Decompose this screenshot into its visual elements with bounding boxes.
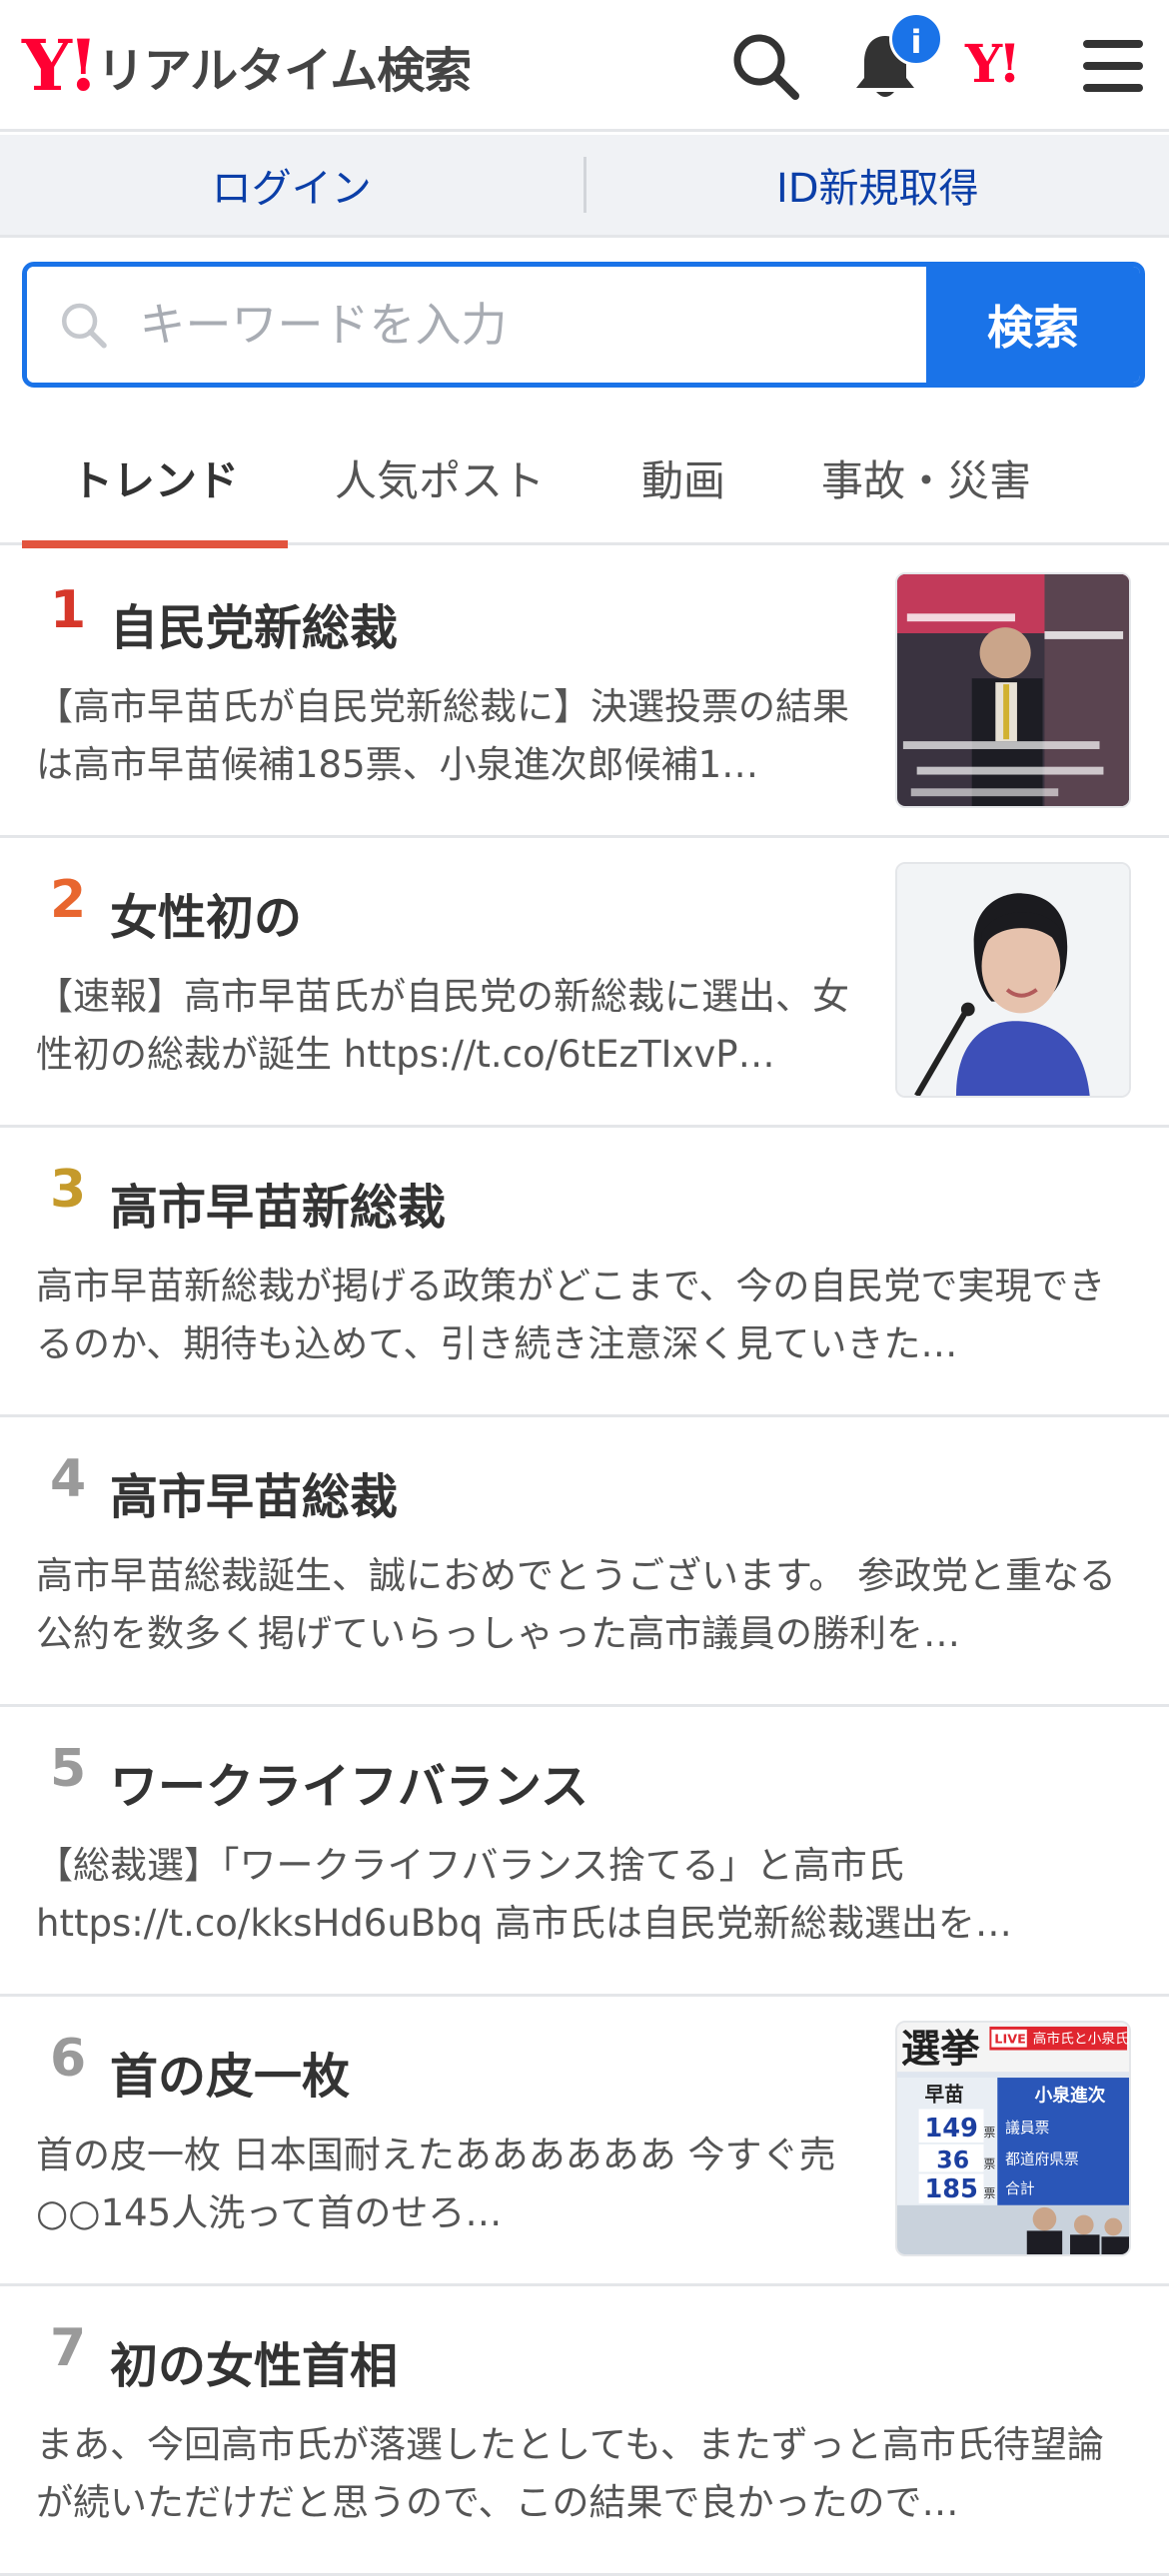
login-bar: ログイン ID新規取得 — [0, 135, 1169, 238]
trend-title[interactable]: 高市早苗総裁 — [110, 1457, 398, 1527]
rank-number: 6 — [50, 2029, 86, 2089]
tab-videos[interactable]: 動画 — [599, 410, 767, 545]
trend-description: 高市早苗新総裁が掲げる政策がどこまで、今の自民党で実現できるのか、期待も込めて、… — [36, 1258, 1135, 1373]
trend-list: 1 自民党新総裁 【高市早苗氏が自民党新総裁に】決選投票の結果は高市早苗候補18… — [0, 548, 1169, 2576]
trend-description: 首の皮一枚 日本国耐えたああああああ 今すぐ売○○145人洗って首のせろ… — [36, 2127, 865, 2242]
trend-description: 【高市早苗氏が自民党新総裁に】決選投票の結果は高市早苗候補185票、小泉進次郎候… — [36, 678, 865, 794]
trend-description: 【速報】高市早苗氏が自民党の新総裁に選出、女性初の総裁が誕生 https://t… — [36, 968, 865, 1084]
thumb-right-candidate: 小泉進次 — [1035, 2085, 1106, 2107]
thumb-banner: 選挙 — [901, 2027, 980, 2072]
notification-badge[interactable]: i — [889, 12, 943, 66]
trend-description: 高市早苗総裁誕生、誠におめでとうございます。 参政党と重なる公約を数多く掲げてい… — [36, 1547, 1135, 1663]
thumb-vote-unit-1: 票 — [984, 2126, 996, 2140]
logo-text: リアルタイム検索 — [97, 31, 472, 101]
thumb-vote-3: 185 — [925, 2174, 978, 2204]
trend-title[interactable]: 首の皮一枚 — [110, 2037, 350, 2107]
search-field-icon — [57, 296, 110, 354]
thumb-row-label-3: 合計 — [1005, 2180, 1035, 2197]
thumb-live-caption: 高市氏と小泉氏 — [1033, 2031, 1129, 2048]
thumb-vote-unit-2: 票 — [984, 2156, 996, 2170]
election-result-image: 選挙 LIVE 高市氏と小泉氏 早苗 149 36 185 票 票 票 小泉進次… — [897, 2023, 1129, 2254]
trend-description: まあ、今回高市氏が落選したとしても、またずっと高市氏待望論が続いただけだと思うの… — [36, 2416, 1135, 2532]
trend-item-1[interactable]: 1 自民党新総裁 【高市早苗氏が自民党新総裁に】決選投票の結果は高市早苗候補18… — [0, 548, 1169, 838]
trend-title[interactable]: 女性初の — [110, 878, 302, 948]
trend-thumbnail[interactable]: 選挙 LIVE 高市氏と小泉氏 早苗 149 36 185 票 票 票 小泉進次… — [895, 2021, 1131, 2256]
thumb-vote-1: 149 — [925, 2114, 978, 2144]
logo-mark: Y! — [22, 31, 95, 101]
app-header: Y! リアルタイム検索 i Y! — [0, 0, 1169, 132]
yahoo-japan-icon[interactable]: Y! — [965, 34, 1017, 95]
rank-number: 5 — [50, 1739, 86, 1799]
rank-number: 3 — [50, 1160, 86, 1220]
tab-trend[interactable]: トレンド — [22, 410, 288, 545]
trend-title[interactable]: 高市早苗新総裁 — [110, 1168, 446, 1238]
thumb-vote-unit-3: 票 — [984, 2186, 996, 2200]
rank-number: 1 — [50, 580, 86, 640]
hamburger-menu-icon[interactable] — [1077, 30, 1149, 102]
search-field[interactable] — [27, 267, 926, 383]
trend-thumbnail[interactable] — [895, 572, 1131, 808]
signup-link[interactable]: ID新規取得 — [586, 156, 1169, 214]
thumb-live-label: LIVE — [994, 2033, 1025, 2048]
category-tabs: トレンド 人気ポスト 動画 事故・災害 — [0, 410, 1169, 545]
tab-accidents-disasters[interactable]: 事故・災害 — [789, 410, 1063, 545]
trend-item-4[interactable]: 4 高市早苗総裁 高市早苗総裁誕生、誠におめでとうございます。 参政党と重なる公… — [0, 1417, 1169, 1707]
thumb-row-label-2: 都道府県票 — [1005, 2151, 1079, 2168]
trend-item-5[interactable]: 5 ワークライフバランス 【総裁選】「ワークライフバランス捨てる」と高市氏 ht… — [0, 1707, 1169, 1997]
tab-popular-posts[interactable]: 人気ポスト — [308, 410, 572, 545]
search-box: 検索 — [22, 262, 1145, 388]
thumb-vote-2: 36 — [936, 2146, 969, 2173]
portrait-photo — [897, 864, 1129, 1096]
search-button[interactable]: 検索 — [926, 267, 1140, 383]
search-icon[interactable] — [727, 28, 803, 104]
thumb-left-candidate: 早苗 — [925, 2084, 964, 2107]
trend-item-7[interactable]: 7 初の女性首相 まあ、今回高市氏が落選したとしても、またずっと高市氏待望論が続… — [0, 2286, 1169, 2576]
rank-number: 2 — [50, 870, 86, 930]
trend-item-2[interactable]: 2 女性初の 【速報】高市早苗氏が自民党の新総裁に選出、女性初の総裁が誕生 ht… — [0, 838, 1169, 1128]
yahoo-realtime-logo[interactable]: Y! リアルタイム検索 — [22, 26, 471, 106]
trend-title[interactable]: 自民党新総裁 — [110, 588, 398, 658]
trend-title[interactable]: ワークライフバランス — [110, 1747, 588, 1817]
trend-description: 【総裁選】「ワークライフバランス捨てる」と高市氏 https://t.co/kk… — [36, 1837, 1135, 1953]
trend-item-3[interactable]: 3 高市早苗新総裁 高市早苗新総裁が掲げる政策がどこまで、今の自民党で実現できる… — [0, 1128, 1169, 1417]
trend-title[interactable]: 初の女性首相 — [110, 2326, 398, 2396]
thumb-row-label-1: 議員票 — [1005, 2119, 1049, 2137]
rank-number: 4 — [50, 1449, 86, 1509]
news-video-image — [897, 574, 1129, 806]
trend-thumbnail[interactable] — [895, 862, 1131, 1098]
search-input[interactable] — [140, 298, 927, 352]
trend-item-6[interactable]: 6 首の皮一枚 首の皮一枚 日本国耐えたああああああ 今すぐ売○○145人洗って… — [0, 1997, 1169, 2286]
login-link[interactable]: ログイン — [0, 156, 584, 214]
rank-number: 7 — [50, 2318, 86, 2378]
